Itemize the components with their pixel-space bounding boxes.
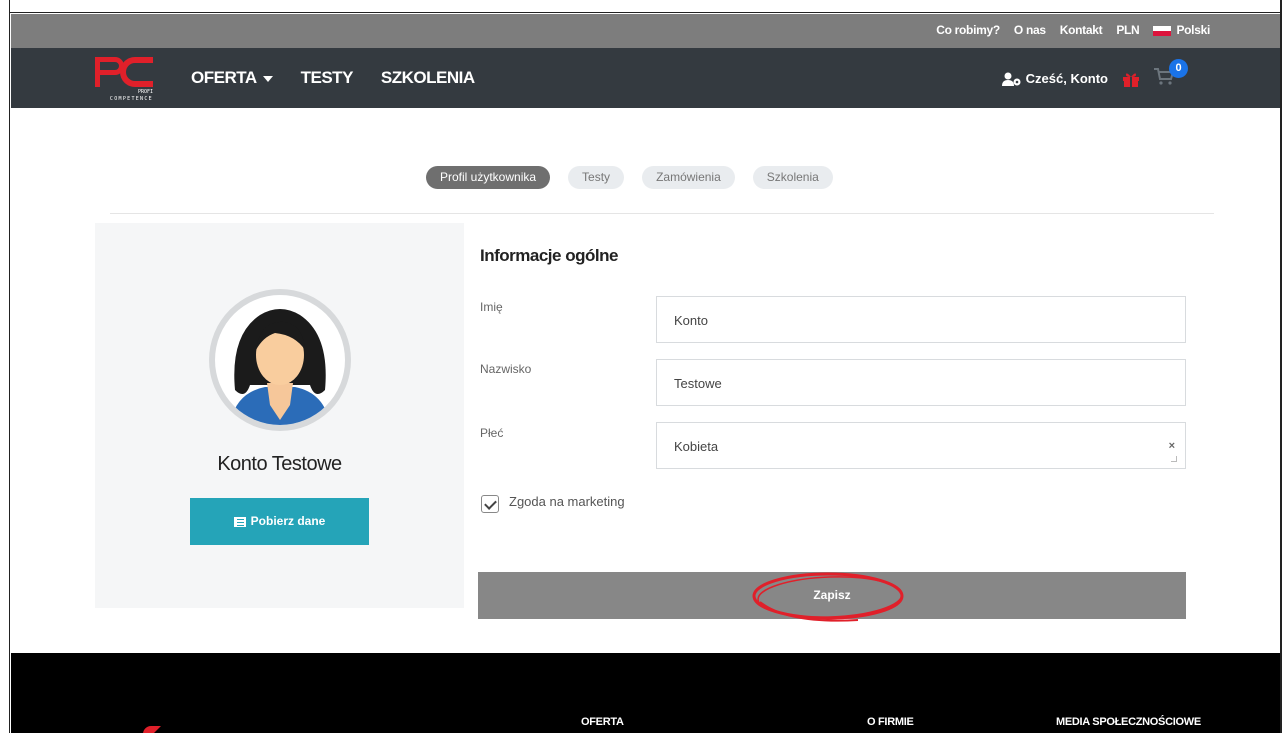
gift-icon[interactable] bbox=[1122, 71, 1140, 87]
utility-bar: Co robimy? O nas Kontakt PLN Polski bbox=[11, 14, 1280, 48]
cart-count-badge: 0 bbox=[1169, 59, 1188, 78]
account-greeting: Cześć, Konto bbox=[1025, 71, 1108, 86]
female-avatar-icon bbox=[230, 309, 330, 425]
avatar bbox=[209, 289, 351, 431]
profile-card: Konto Testowe Pobierz dane bbox=[95, 223, 464, 608]
nav-oferta[interactable]: OFERTA bbox=[191, 68, 273, 88]
profile-tabs: Profil użytkownika Testy Zamówienia Szko… bbox=[426, 166, 833, 189]
util-link-what-we-do[interactable]: Co robimy? bbox=[936, 23, 1000, 37]
footer-logo bbox=[143, 726, 161, 733]
language-label: Polski bbox=[1176, 23, 1210, 37]
util-link-contact[interactable]: Kontakt bbox=[1060, 23, 1103, 37]
profi-competence-logo[interactable]: PROFI COMPETENCE bbox=[93, 55, 159, 103]
last-name-label: Nazwisko bbox=[480, 362, 532, 376]
util-link-about[interactable]: O nas bbox=[1014, 23, 1046, 37]
nav-oferta-label: OFERTA bbox=[191, 68, 257, 87]
save-button[interactable]: Zapisz bbox=[478, 572, 1186, 619]
window-frame-left bbox=[0, 0, 10, 733]
tabs-divider bbox=[110, 213, 1214, 214]
user-cog-icon bbox=[1001, 72, 1021, 86]
account-menu[interactable]: Cześć, Konto bbox=[1001, 70, 1108, 88]
gender-value: Kobieta bbox=[674, 439, 719, 454]
form-title: Informacje ogólne bbox=[480, 246, 618, 265]
footer-col-oferta: OFERTA bbox=[581, 716, 624, 728]
language-selector[interactable]: Polski bbox=[1153, 23, 1210, 37]
download-data-button[interactable]: Pobierz dane bbox=[190, 498, 369, 545]
marketing-consent-label: Zgoda na marketing bbox=[509, 494, 625, 509]
gender-select[interactable]: Kobieta × bbox=[656, 422, 1186, 469]
tab-testy[interactable]: Testy bbox=[568, 166, 625, 189]
footer: OFERTA O FIRMIE MEDIA SPOŁECZNOŚCIOWE bbox=[11, 653, 1280, 733]
marketing-consent-checkbox[interactable] bbox=[481, 495, 499, 513]
first-name-field[interactable]: Konto bbox=[656, 296, 1186, 343]
gender-label: Płeć bbox=[480, 426, 504, 440]
window-frame-top bbox=[0, 0, 1282, 13]
caret-down-icon bbox=[262, 75, 273, 82]
footer-col-media: MEDIA SPOŁECZNOŚCIOWE bbox=[1056, 716, 1201, 728]
download-data-label: Pobierz dane bbox=[250, 514, 326, 528]
logo-sub2: COMPETENCE bbox=[110, 96, 153, 102]
main-navbar: PROFI COMPETENCE OFERTA TESTY SZKOLENIA … bbox=[11, 48, 1280, 108]
list-alt-icon bbox=[233, 516, 246, 527]
profile-name: Konto Testowe bbox=[217, 453, 342, 475]
footer-col-o-firmie: O FIRMIE bbox=[867, 716, 914, 728]
tab-profil-uzytkownika[interactable]: Profil użytkownika bbox=[426, 166, 551, 189]
nav-szkolenia[interactable]: SZKOLENIA bbox=[381, 68, 475, 88]
currency-selector[interactable]: PLN bbox=[1116, 23, 1139, 37]
last-name-field[interactable]: Testowe bbox=[656, 359, 1186, 406]
tab-szkolenia[interactable]: Szkolenia bbox=[752, 166, 833, 189]
poland-flag-icon bbox=[1153, 25, 1172, 36]
cart-button[interactable]: 0 bbox=[1154, 59, 1188, 90]
nav-testy[interactable]: TESTY bbox=[301, 68, 354, 88]
resize-handle-icon bbox=[1171, 456, 1177, 462]
tab-zamowienia[interactable]: Zamówienia bbox=[642, 166, 735, 189]
first-name-label: Imię bbox=[480, 300, 503, 314]
logo-sub1: PROFI bbox=[138, 89, 153, 95]
clear-selection-icon[interactable]: × bbox=[1169, 423, 1175, 470]
